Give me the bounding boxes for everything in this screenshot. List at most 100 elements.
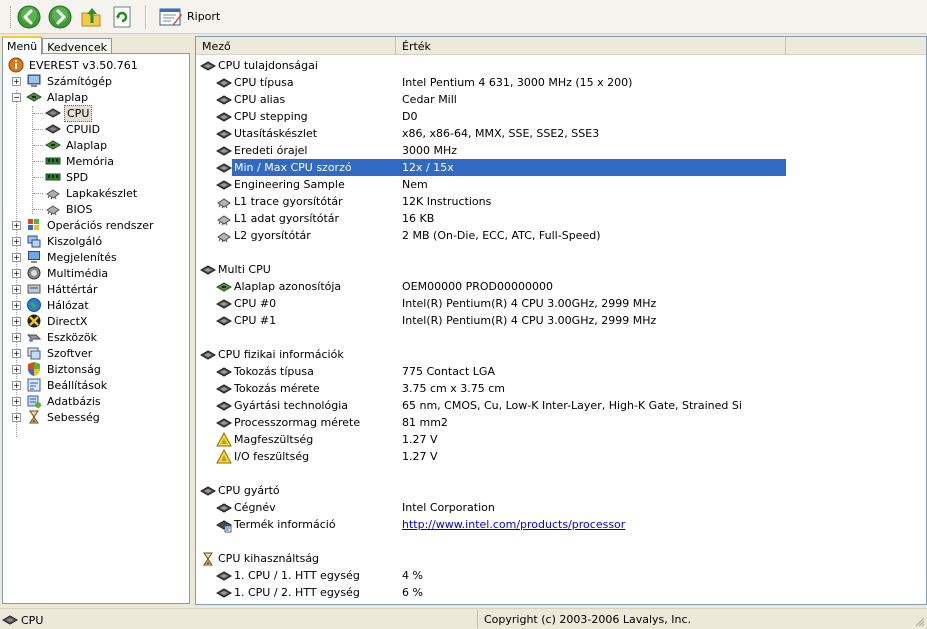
up-button[interactable]: [77, 3, 105, 31]
cpu-chip-icon: [199, 58, 217, 74]
expand-icon[interactable]: +: [12, 333, 21, 342]
column-header-field[interactable]: Mező: [196, 37, 396, 55]
back-button[interactable]: [15, 3, 43, 31]
detail-row[interactable]: CPU stepping D0: [196, 108, 926, 125]
tree-label: Szoftver: [47, 346, 93, 360]
detail-row[interactable]: 1. CPU / 1. HTT egység 4 %: [196, 567, 926, 584]
detail-row[interactable]: Min / Max CPU szorzó 12x / 15x: [196, 159, 926, 176]
tree-item-chipset[interactable]: Lapkakészlet: [45, 185, 139, 201]
detail-row[interactable]: Gyártási technológia 65 nm, CMOS, Cu, Low…: [196, 397, 926, 414]
tree-item-security[interactable]: Biztonság: [26, 361, 103, 377]
tree-item-database[interactable]: Adatbázis: [26, 393, 103, 409]
detail-row[interactable]: Tokozás mérete 3.75 cm x 3.75 cm: [196, 380, 926, 397]
toolbar: Riport: [0, 0, 927, 34]
tab-menu[interactable]: Menü: [2, 36, 43, 55]
motherboard-icon: [45, 140, 61, 150]
detail-row[interactable]: CPU típusa Intel Pentium 4 631, 3000 MHz …: [196, 74, 926, 91]
expand-icon[interactable]: +: [12, 237, 21, 246]
field-label: Min / Max CPU szorzó: [234, 161, 352, 174]
detail-row[interactable]: Termék információ http://www.intel.com/pr…: [196, 516, 926, 533]
product-link[interactable]: http://www.intel.com/products/processor: [402, 518, 625, 531]
detail-row[interactable]: CPU #1 Intel(R) Pentium(R) 4 CPU 3.00GHz,…: [196, 312, 926, 329]
tree-label: CPU: [64, 104, 93, 122]
tree-guide: [32, 106, 33, 214]
tree-item-devices[interactable]: Eszközök: [26, 329, 99, 345]
expand-icon[interactable]: +: [12, 397, 21, 406]
expand-icon[interactable]: +: [12, 253, 21, 262]
tree-item-cpuid[interactable]: CPUID: [45, 121, 102, 137]
expand-icon[interactable]: +: [12, 77, 21, 86]
collapse-icon[interactable]: −: [12, 93, 21, 102]
tree-label: Alaplap: [66, 138, 108, 152]
tree-item-directx[interactable]: DirectX: [26, 313, 89, 329]
detail-row[interactable]: Cégnév Intel Corporation: [196, 499, 926, 516]
tree-item-settings[interactable]: Beállítások: [26, 377, 109, 393]
tree-item-os[interactable]: Operációs rendszer: [26, 217, 156, 233]
tree-item-motherboard[interactable]: Alaplap: [26, 89, 90, 105]
column-header-value[interactable]: Érték: [396, 37, 786, 55]
tree-item-multimedia[interactable]: Multimédia: [26, 265, 110, 281]
cpu-chip-icon: [215, 585, 233, 601]
detail-row[interactable]: CPU #0 Intel(R) Pentium(R) 4 CPU 3.00GHz,…: [196, 295, 926, 312]
forward-button[interactable]: [46, 3, 74, 31]
tree-item-storage[interactable]: Háttértár: [26, 281, 100, 297]
tree-item-spd[interactable]: SPD: [45, 169, 90, 185]
navigation-tree[interactable]: EVEREST v3.50.761 + Számítógép − Alaplap…: [2, 53, 190, 604]
tree-item-software[interactable]: Szoftver: [26, 345, 94, 361]
tree-item-mainboard[interactable]: Alaplap: [45, 137, 109, 153]
detail-row[interactable]: 1. CPU / 2. HTT egység 6 %: [196, 584, 926, 601]
tree-item-bios[interactable]: BIOS: [45, 201, 94, 217]
tree-item-cpu[interactable]: CPU: [45, 104, 93, 122]
tree-item-computer[interactable]: Számítógép: [26, 73, 114, 89]
field-value: 81 mm2: [402, 416, 448, 429]
cpu-chip-icon: [215, 364, 233, 380]
status-text: CPU: [21, 613, 44, 627]
tree-item-benchmark[interactable]: Sebesség: [26, 409, 102, 425]
detail-row[interactable]: L1 adat gyorsítótár 16 KB: [196, 210, 926, 227]
toolbar-grip[interactable]: [10, 5, 13, 28]
refresh-button[interactable]: [108, 3, 136, 31]
detail-row[interactable]: Utasításkészlet x86, x86-64, MMX, SSE, SS…: [196, 125, 926, 142]
detail-row[interactable]: Eredeti órajel 3000 MHz: [196, 142, 926, 159]
cache-icon: [216, 211, 232, 227]
field-value: 12x / 15x: [402, 161, 454, 174]
expand-icon[interactable]: +: [12, 301, 21, 310]
tree-item-network[interactable]: Hálózat: [26, 297, 91, 313]
detail-row[interactable]: L2 gyorsítótár 2 MB (On-Die, ECC, ATC, Fu…: [196, 227, 926, 244]
expand-icon[interactable]: +: [12, 381, 21, 390]
expand-icon[interactable]: +: [12, 413, 21, 422]
expand-icon[interactable]: +: [12, 365, 21, 374]
expand-icon[interactable]: +: [12, 269, 21, 278]
detail-row[interactable]: CPU alias Cedar Mill: [196, 91, 926, 108]
detail-row[interactable]: Engineering Sample Nem: [196, 176, 926, 193]
report-button[interactable]: Riport: [155, 4, 224, 30]
tree-label: Lapkakészlet: [66, 186, 138, 200]
detail-row[interactable]: I/O feszültség 1.27 V: [196, 448, 926, 465]
resize-grip-icon[interactable]: [913, 615, 925, 627]
cache-icon: [216, 228, 232, 244]
expand-icon[interactable]: +: [12, 317, 21, 326]
detail-row[interactable]: Magfeszültség 1.27 V: [196, 431, 926, 448]
tree-label: CPUID: [66, 122, 101, 136]
expand-icon[interactable]: +: [12, 221, 21, 230]
tab-favorites[interactable]: Kedvencek: [42, 38, 113, 54]
field-label: Eredeti órajel: [234, 144, 308, 157]
memory-module-icon: [45, 157, 61, 165]
detail-row[interactable]: Processzormag mérete 81 mm2: [196, 414, 926, 431]
field-label: CPU #1: [234, 314, 277, 327]
tree-item-memory[interactable]: Memória: [45, 153, 116, 169]
tree-item-display[interactable]: Megjelenítés: [26, 249, 119, 265]
detail-row[interactable]: Tokozás típusa 775 Contact LGA: [196, 363, 926, 380]
expand-icon[interactable]: +: [12, 285, 21, 294]
expand-icon[interactable]: +: [12, 349, 21, 358]
field-label: Engineering Sample: [234, 178, 345, 191]
detail-row[interactable]: Alaplap azonosítója OEM00000 PROD00000000: [196, 278, 926, 295]
tree-item-server[interactable]: Kiszolgáló: [26, 233, 104, 249]
detail-row[interactable]: L1 trace gyorsítótár 12K Instructions: [196, 193, 926, 210]
cpu-chip-icon: [2, 615, 18, 625]
section-title: CPU fizikai információk: [218, 348, 344, 361]
voltage-icon: [216, 448, 232, 465]
tree-label: Hálózat: [47, 298, 89, 312]
cpu-chip-icon: [215, 296, 233, 312]
tree-root[interactable]: EVEREST v3.50.761: [8, 57, 140, 73]
